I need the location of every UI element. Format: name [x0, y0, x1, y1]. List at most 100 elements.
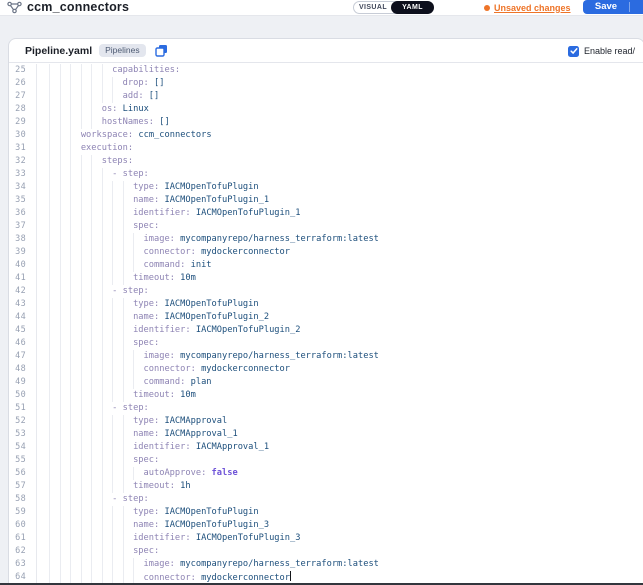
- indent-guide: [112, 454, 122, 467]
- code-line[interactable]: 49command: plan: [9, 376, 643, 389]
- code-line[interactable]: 30workspace: ccm_connectors: [9, 129, 643, 142]
- yaml-value: IACMOpenTofuPlugin: [159, 299, 258, 309]
- line-content: name: IACMOpenTofuPlugin_1: [36, 194, 643, 207]
- code-line[interactable]: 40command: init: [9, 259, 643, 272]
- indent-guide: [49, 116, 59, 129]
- indent-guide: [123, 259, 133, 272]
- indent-guide: [123, 207, 133, 220]
- code-line[interactable]: 28os: Linux: [9, 103, 643, 116]
- indent-guide: [49, 194, 59, 207]
- indent-guide: [49, 441, 59, 454]
- line-number: 55: [9, 454, 26, 467]
- code-line[interactable]: 38image: mycompanyrepo/harness_terraform…: [9, 233, 643, 246]
- indent-guide: [81, 233, 91, 246]
- yaml-code-area[interactable]: 25capabilities:26drop: []27add: []28os: …: [9, 64, 643, 585]
- unsaved-dot-icon: [484, 5, 490, 11]
- code-line[interactable]: 48connector: mydockerconnector: [9, 363, 643, 376]
- code-line[interactable]: 60name: IACMOpenTofuPlugin_3: [9, 519, 643, 532]
- save-dropdown-button[interactable]: [630, 0, 643, 14]
- indent-guide: [102, 350, 112, 363]
- line-content: os: Linux: [36, 103, 643, 116]
- code-line[interactable]: 25capabilities:: [9, 64, 643, 77]
- yaml-key: spec:: [133, 455, 159, 465]
- indent-guide: [91, 376, 101, 389]
- code-line[interactable]: 31execution:: [9, 142, 643, 155]
- yaml-value: IACMApproval: [159, 416, 227, 426]
- enable-checkbox[interactable]: [568, 46, 579, 57]
- code-line[interactable]: 43type: IACMOpenTofuPlugin: [9, 298, 643, 311]
- yaml-value: []: [154, 117, 170, 127]
- code-line[interactable]: 34type: IACMOpenTofuPlugin: [9, 181, 643, 194]
- line-content: command: plan: [36, 376, 643, 389]
- indent-guide: [102, 532, 112, 545]
- indent-guide: [112, 207, 122, 220]
- code-line[interactable]: 32steps:: [9, 155, 643, 168]
- check-icon: [570, 47, 578, 55]
- indent-guide: [60, 64, 70, 77]
- line-number: 48: [9, 363, 26, 376]
- yaml-dash: -: [112, 403, 122, 413]
- indent-guide: [81, 220, 91, 233]
- indent-guide: [60, 493, 70, 506]
- code-line[interactable]: 26drop: []: [9, 77, 643, 90]
- indent-guide: [70, 545, 80, 558]
- yaml-value: mycompanyrepo/harness_terraform:latest: [175, 351, 379, 361]
- code-line[interactable]: 52type: IACMApproval: [9, 415, 643, 428]
- yaml-key: step:: [123, 494, 149, 504]
- indent-guide: [123, 454, 133, 467]
- unsaved-changes-link[interactable]: Unsaved changes: [494, 3, 571, 13]
- indent-guide: [70, 428, 80, 441]
- indent-guide: [70, 298, 80, 311]
- toggle-visual[interactable]: VISUAL: [354, 2, 392, 13]
- line-content: name: IACMApproval_1: [36, 428, 643, 441]
- code-line[interactable]: 63image: mycompanyrepo/harness_terraform…: [9, 558, 643, 571]
- code-line[interactable]: 62spec:: [9, 545, 643, 558]
- line-number: 27: [9, 90, 26, 103]
- indent-guide: [49, 454, 59, 467]
- indent-guide: [70, 350, 80, 363]
- code-line[interactable]: 47image: mycompanyrepo/harness_terraform…: [9, 350, 643, 363]
- yaml-value: IACMOpenTofuPlugin_1: [191, 208, 301, 218]
- code-line[interactable]: 51- step:: [9, 402, 643, 415]
- code-line[interactable]: 54identifier: IACMApproval_1: [9, 441, 643, 454]
- code-line[interactable]: 37spec:: [9, 220, 643, 233]
- code-line[interactable]: 42- step:: [9, 285, 643, 298]
- unsaved-changes: Unsaved changes: [484, 1, 571, 14]
- save-button[interactable]: Save: [583, 0, 629, 14]
- visual-yaml-toggle[interactable]: VISUAL YAML: [353, 1, 434, 14]
- code-line[interactable]: 35name: IACMOpenTofuPlugin_1: [9, 194, 643, 207]
- line-number: 47: [9, 350, 26, 363]
- code-line[interactable]: 56autoApprove: false: [9, 467, 643, 480]
- code-line[interactable]: 50timeout: 10m: [9, 389, 643, 402]
- code-line[interactable]: 45identifier: IACMOpenTofuPlugin_2: [9, 324, 643, 337]
- indent-guide: [91, 116, 101, 129]
- line-content: timeout: 10m: [36, 389, 643, 402]
- indent-guide: [91, 298, 101, 311]
- code-line[interactable]: 46spec:: [9, 337, 643, 350]
- indent-guide: [91, 532, 101, 545]
- line-number: 37: [9, 220, 26, 233]
- toggle-yaml[interactable]: YAML: [391, 1, 434, 14]
- code-line[interactable]: 33- step:: [9, 168, 643, 181]
- code-line[interactable]: 57timeout: 1h: [9, 480, 643, 493]
- code-line[interactable]: 53name: IACMApproval_1: [9, 428, 643, 441]
- pipeline-icon: [7, 1, 22, 14]
- code-line[interactable]: 29hostNames: []: [9, 116, 643, 129]
- code-line[interactable]: 59type: IACMOpenTofuPlugin: [9, 506, 643, 519]
- code-line[interactable]: 41timeout: 10m: [9, 272, 643, 285]
- code-line[interactable]: 44name: IACMOpenTofuPlugin_2: [9, 311, 643, 324]
- yaml-editor-panel: Pipeline.yaml Pipelines Enable read/ 25c…: [8, 38, 643, 585]
- indent-guide: [102, 493, 112, 506]
- indent-guide: [102, 181, 112, 194]
- line-content: - step:: [36, 168, 643, 181]
- code-line[interactable]: 55 spec:: [9, 454, 643, 467]
- indent-guide: [123, 311, 133, 324]
- indent-guide: [60, 142, 70, 155]
- code-line[interactable]: 39connector: mydockerconnector: [9, 246, 643, 259]
- code-line[interactable]: 27add: []: [9, 90, 643, 103]
- code-line[interactable]: 58- step:: [9, 493, 643, 506]
- code-line[interactable]: 36identifier: IACMOpenTofuPlugin_1: [9, 207, 643, 220]
- indent-guide: [81, 311, 91, 324]
- copy-icon[interactable]: [155, 44, 168, 57]
- code-line[interactable]: 61identifier: IACMOpenTofuPlugin_3: [9, 532, 643, 545]
